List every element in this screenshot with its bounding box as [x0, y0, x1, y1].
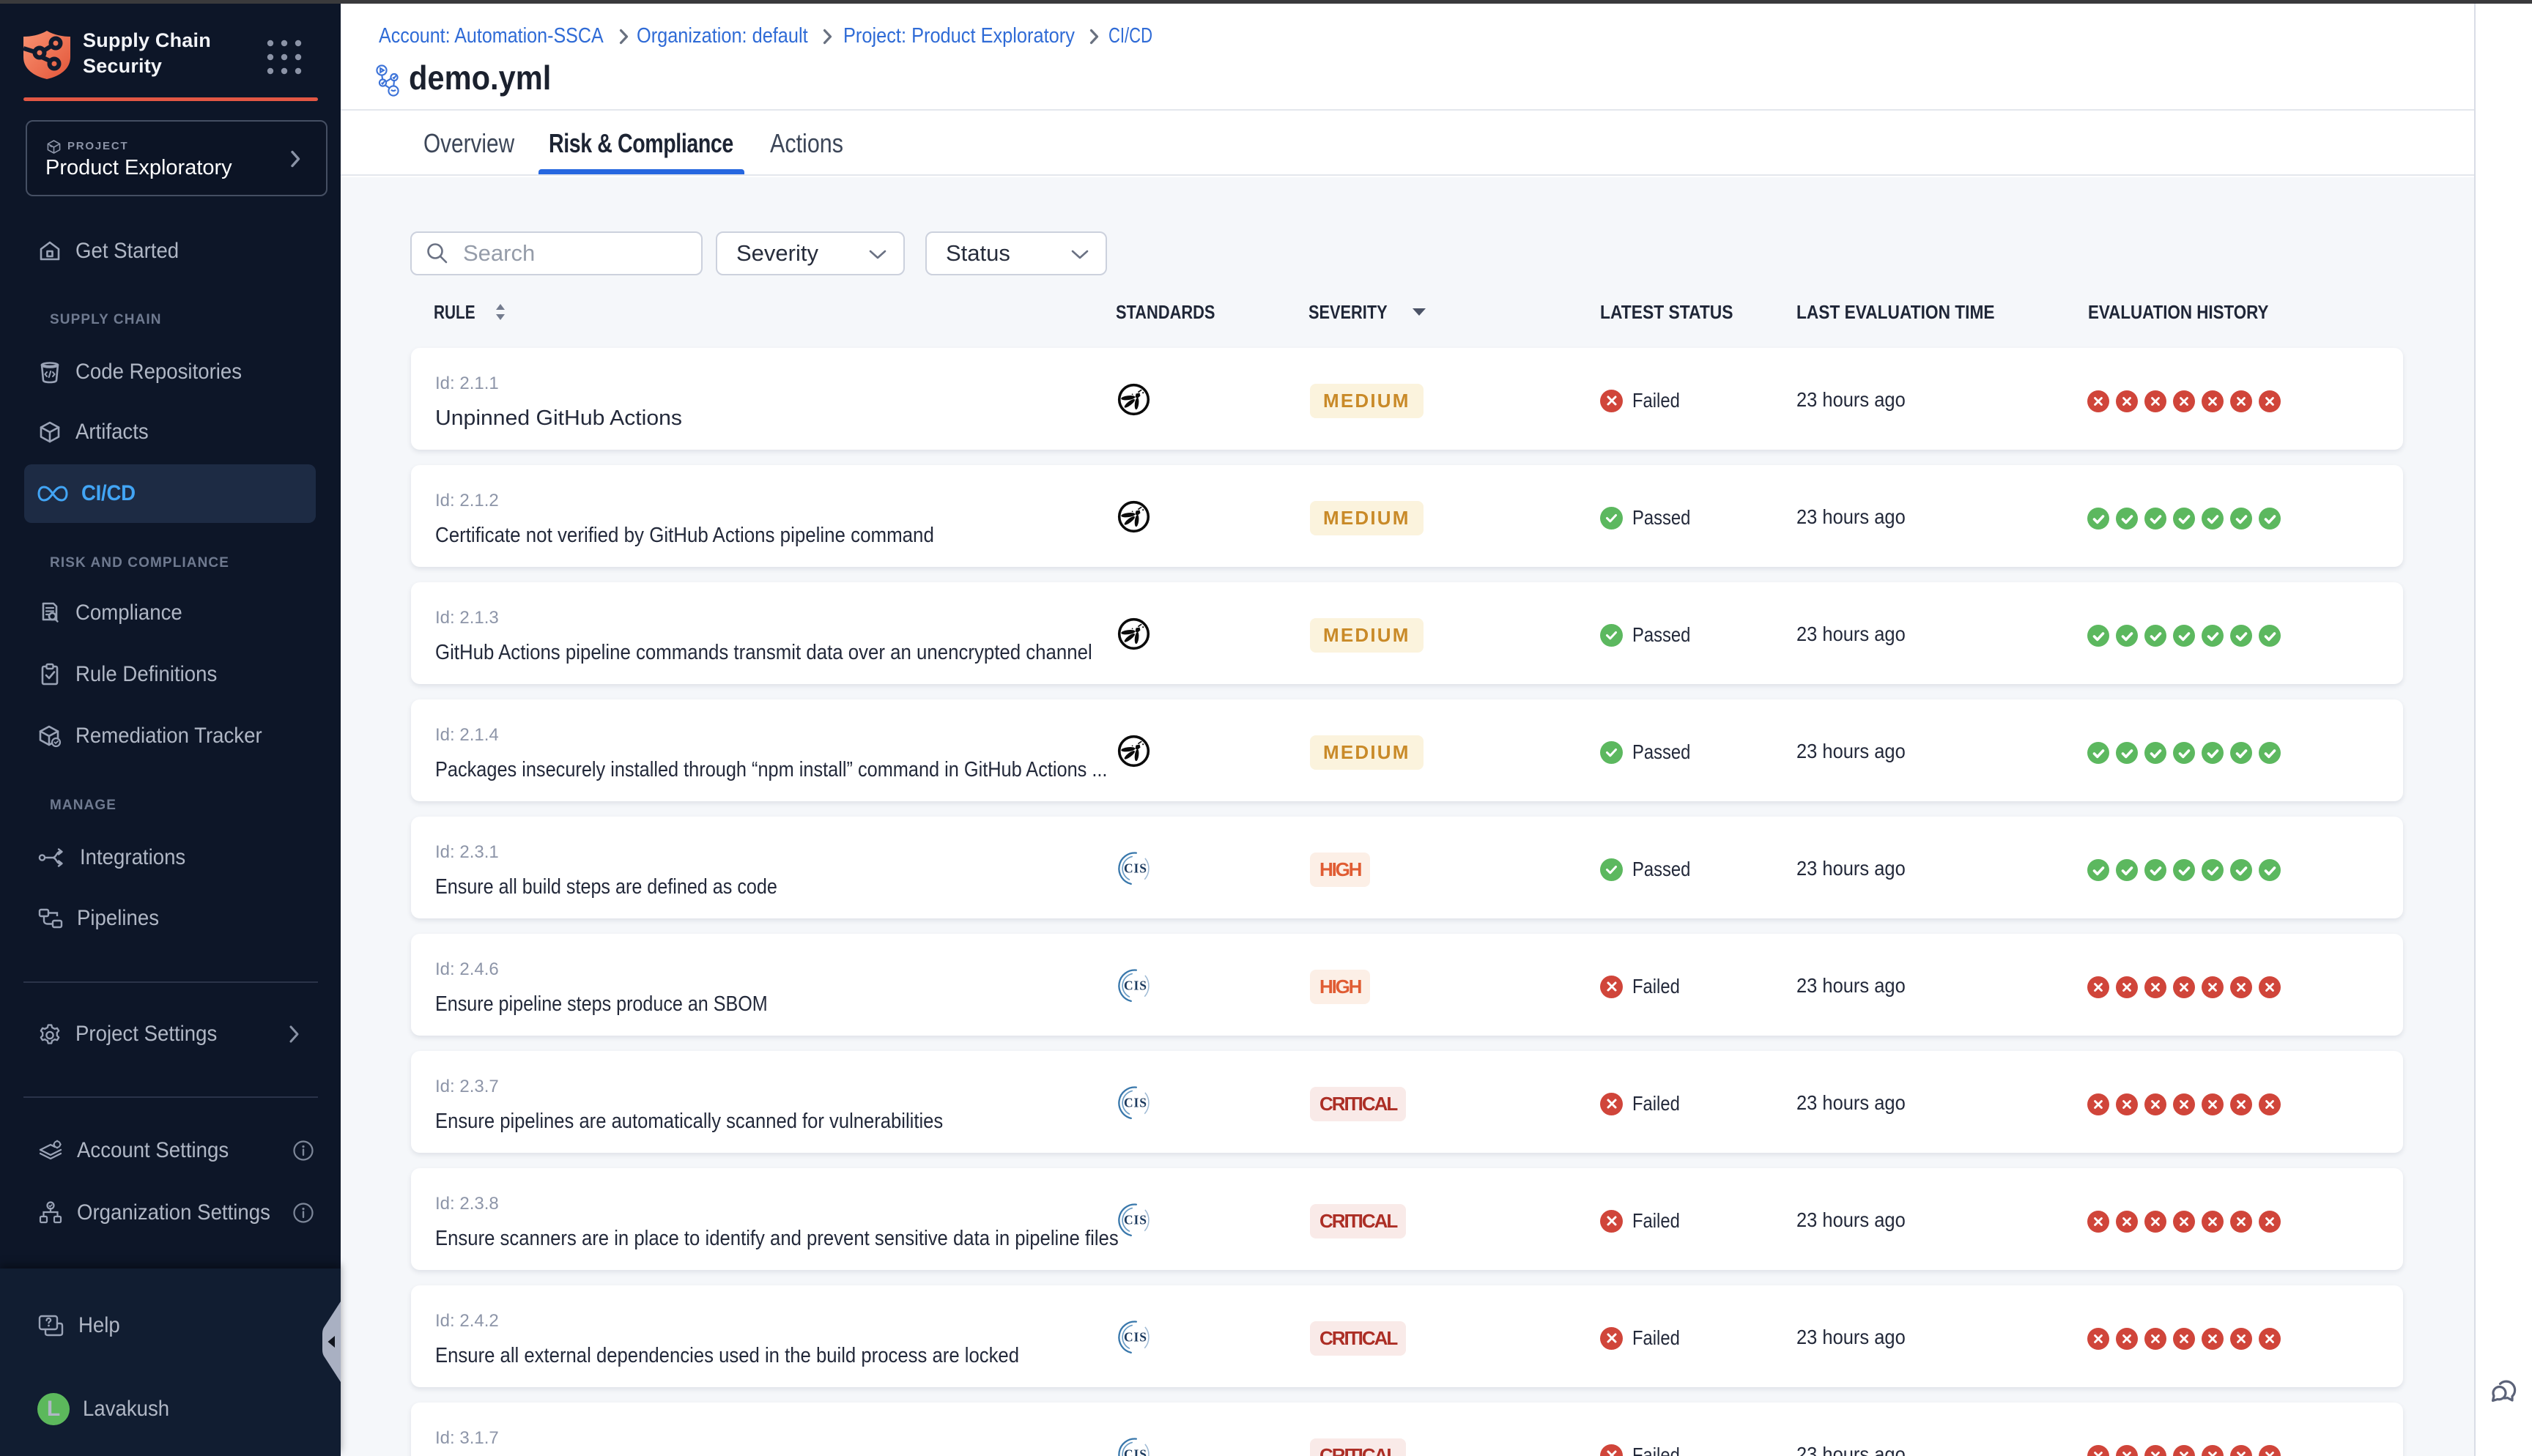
- svg-text:CIS: CIS: [1124, 1330, 1147, 1345]
- svg-text:CIS: CIS: [1124, 1213, 1147, 1227]
- svg-text:CIS: CIS: [1124, 978, 1147, 993]
- svg-text:CIS: CIS: [1124, 1447, 1147, 1456]
- svg-text:CIS: CIS: [1124, 1096, 1147, 1110]
- svg-text:CIS: CIS: [1124, 861, 1147, 876]
